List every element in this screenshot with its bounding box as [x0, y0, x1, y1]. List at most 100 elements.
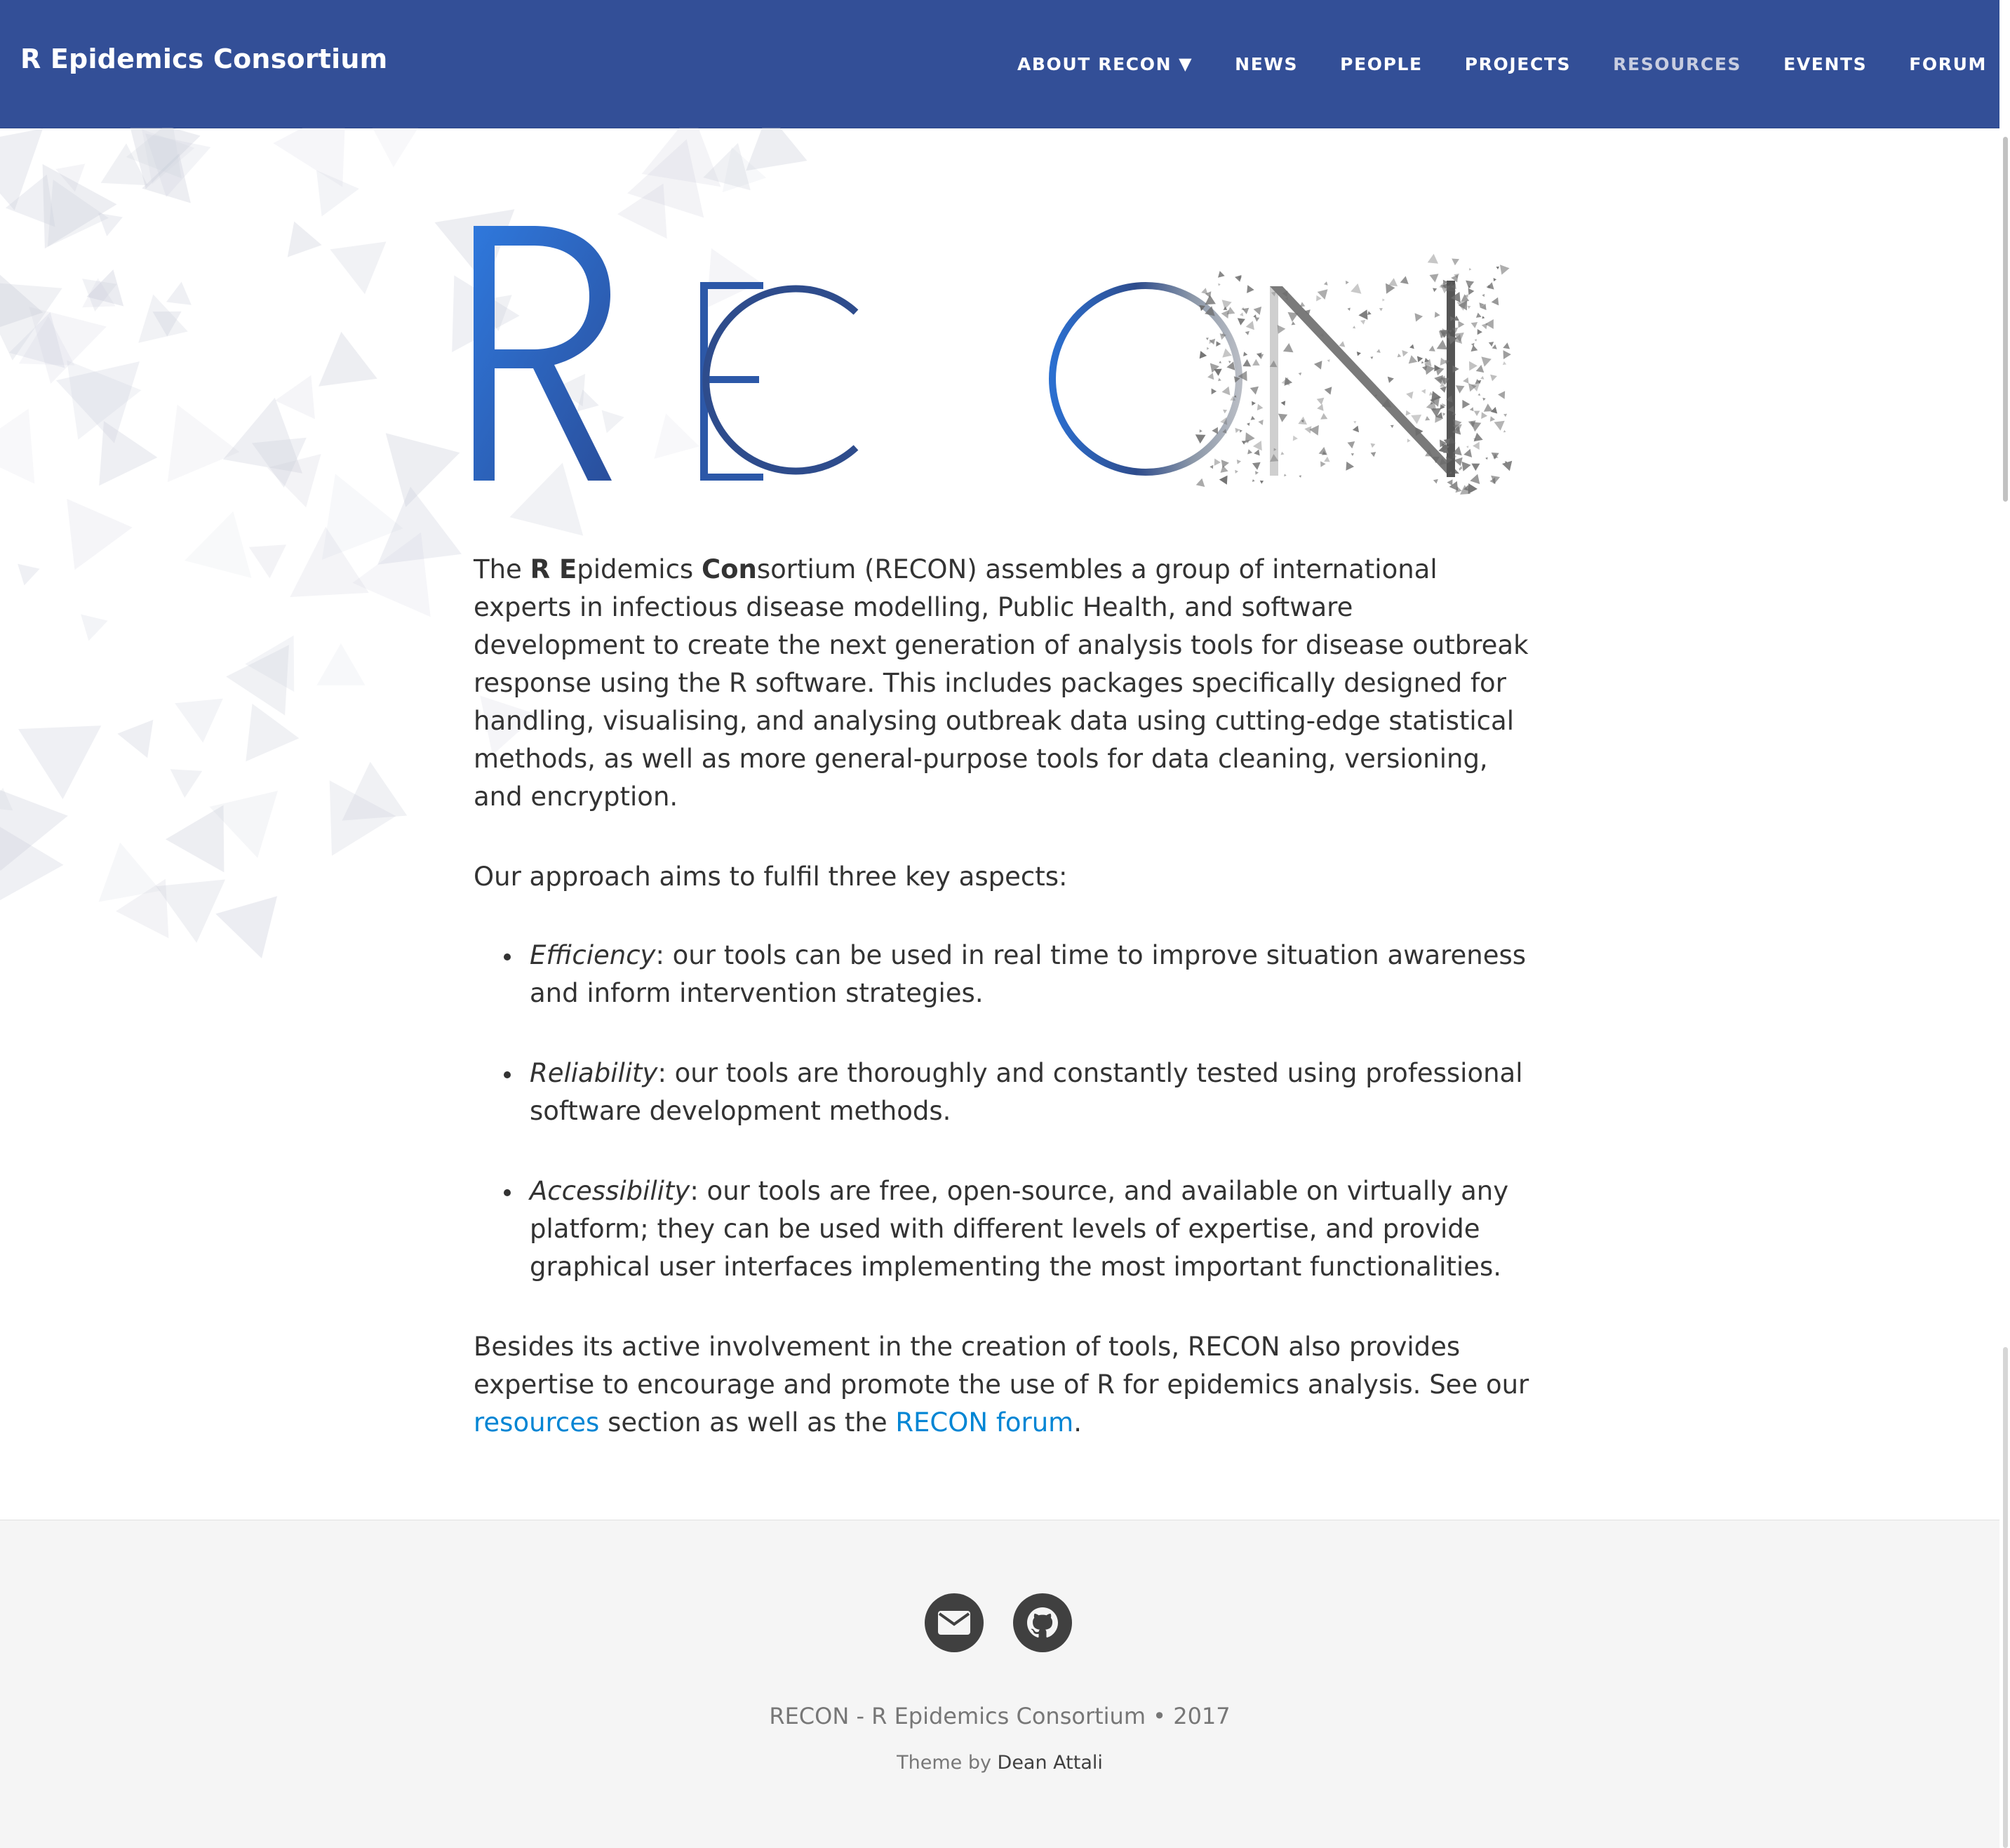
logo-shard [1317, 403, 1324, 411]
logo-shard [1205, 337, 1209, 340]
logo-shard [1471, 463, 1480, 471]
logo-letter-r [474, 226, 612, 481]
logo-shard [1382, 298, 1385, 302]
logo-shard [1468, 267, 1472, 271]
logo-shard [1280, 451, 1285, 455]
decorative-triangle [287, 221, 322, 257]
logo-shard [1433, 288, 1438, 293]
logo-shard [1235, 427, 1240, 434]
scrollbar[interactable] [1999, 0, 2010, 1848]
approach-paragraph: Our approach aims to fulfil three key as… [474, 862, 1068, 892]
scrollbar-thumb[interactable] [2003, 137, 2008, 502]
decorative-triangle [117, 719, 154, 758]
logo-shard [1466, 446, 1469, 448]
logo-shard [1402, 350, 1409, 357]
logo-shard [1499, 265, 1510, 275]
logo-shard [1397, 353, 1402, 358]
term-reliability: Reliability [530, 1058, 658, 1088]
nav-forum[interactable]: FORUM [1909, 54, 1987, 74]
logo-shard [1429, 274, 1439, 283]
nav-menu: ABOUT RECON ▼ NEWS PEOPLE PROJECTS RESOU… [975, 0, 1987, 128]
footer: RECON - R Epidemics Consortium • 2017 Th… [0, 1520, 1999, 1848]
theme-author-link[interactable]: Dean Attali [998, 1752, 1103, 1774]
logo-shard [1462, 399, 1470, 409]
closing-paragraph: Besides its active involvement in the cr… [474, 1328, 1529, 1442]
decorative-triangle [248, 544, 287, 579]
logo-shard [1498, 391, 1506, 399]
logo-shard [1245, 321, 1254, 330]
logo-shard [1489, 416, 1496, 422]
decorative-triangle [175, 698, 223, 743]
logo-shard [1482, 316, 1485, 319]
logo-shard [1218, 271, 1225, 278]
logo-shard [1480, 375, 1485, 380]
nav-about-recon-label: ABOUT RECON [1017, 53, 1172, 74]
nav-people[interactable]: PEOPLE [1340, 54, 1423, 74]
logo-shard [1493, 278, 1497, 282]
decorative-triangle [246, 704, 300, 762]
logo-shard [1421, 361, 1424, 364]
logo-shard [1436, 340, 1448, 350]
logo-shard [1347, 307, 1351, 311]
logo-shard [1216, 341, 1221, 347]
logo-shard [1199, 351, 1207, 359]
logo-shard [1280, 401, 1286, 406]
logo-shard [1356, 351, 1361, 356]
logo-shard [1503, 350, 1511, 359]
nav-resources[interactable]: RESOURCES [1613, 54, 1741, 74]
logo-shard [1491, 453, 1499, 460]
logo-shard [1252, 479, 1255, 482]
logo-shard [1470, 474, 1480, 484]
logo-shard [1503, 342, 1510, 349]
logo-shard [1454, 457, 1463, 467]
logo-shard [1473, 441, 1480, 450]
logo-shard [1400, 276, 1409, 284]
logo-shard [1205, 295, 1216, 305]
logo-shard [1318, 447, 1327, 455]
decorative-triangle [226, 645, 289, 716]
nav-about-recon[interactable]: ABOUT RECON ▼ [1017, 54, 1193, 74]
logo-shard [1324, 456, 1330, 462]
nav-events[interactable]: EVENTS [1783, 54, 1867, 74]
resources-link[interactable]: resources [474, 1407, 599, 1438]
logo-shard [1390, 424, 1394, 429]
logo-shard [1474, 339, 1477, 342]
logo-shard [1346, 281, 1349, 285]
closing-text-1: Besides its active involvement in the cr… [474, 1332, 1529, 1400]
scrollbar-thumb-lower[interactable] [2003, 1347, 2008, 1848]
nav-projects[interactable]: PROJECTS [1465, 54, 1571, 74]
aspects-list: Efficiency: our tools can be used in rea… [474, 937, 1529, 1286]
logo-shard [1239, 429, 1242, 433]
closing-text-3: . [1073, 1407, 1082, 1438]
github-button[interactable] [1013, 1593, 1072, 1652]
logo-shard [1503, 429, 1506, 433]
logo-shard [1461, 461, 1471, 471]
logo-shard [1237, 318, 1245, 326]
recon-forum-link[interactable]: RECON forum [895, 1407, 1073, 1438]
decorative-triangle [319, 331, 377, 387]
logo-shard [1240, 312, 1244, 316]
logo-shard [1339, 341, 1346, 347]
logo-shard [1370, 443, 1376, 448]
decorative-triangle [185, 511, 252, 578]
logo-shard [1253, 307, 1262, 315]
logo-shard [1346, 461, 1355, 471]
decorative-triangle [215, 896, 278, 958]
bullet-dot [504, 1071, 511, 1078]
navbar: R Epidemics Consortium ABOUT RECON ▼ NEW… [0, 0, 1999, 128]
logo-shard [1219, 361, 1221, 363]
brand-link[interactable]: R Epidemics Consortium [20, 43, 387, 74]
term-efficiency: Efficiency [530, 940, 656, 970]
logo-shard [1245, 330, 1249, 335]
decorative-triangle [166, 805, 225, 873]
logo-shard [1327, 359, 1330, 363]
logo-shard [1468, 288, 1475, 295]
decorative-triangle [342, 761, 408, 821]
nav-news[interactable]: NEWS [1235, 54, 1298, 74]
logo-shard [1316, 397, 1325, 405]
logo-shard [1259, 480, 1264, 484]
email-button[interactable] [925, 1593, 984, 1652]
logo-shard [1316, 295, 1322, 302]
logo-shard [1287, 312, 1299, 322]
logo-shard [1351, 283, 1362, 294]
